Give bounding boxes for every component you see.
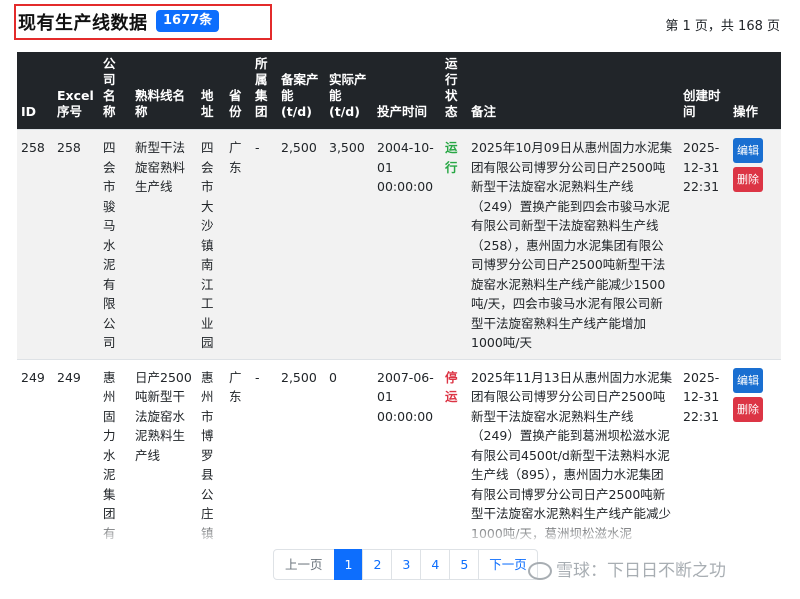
pagination: 上一页 1 2 3 4 5 下一页	[273, 549, 538, 580]
cell-address: 四会市大沙镇南江工业园	[197, 129, 225, 359]
column-header-created[interactable]: 创建时间	[679, 52, 729, 130]
page-title: 现有生产线数据	[18, 13, 148, 34]
page-button-2[interactable]: 2	[362, 549, 393, 580]
watermark-text: 雪球：下日日不断之功	[556, 561, 726, 581]
cell-excel-no: 258	[53, 129, 99, 359]
column-header-group[interactable]: 所属集团	[251, 52, 277, 130]
column-header-remark[interactable]: 备注	[467, 52, 679, 130]
cell-company: 四会市骏马水泥有限公司	[99, 129, 131, 359]
cell-actual-capacity: 3,500	[325, 129, 373, 359]
watermark: 雪球：下日日不断之功	[528, 556, 726, 581]
cell-line-name: 新型干法旋窑熟料生产线	[131, 129, 197, 359]
cell-province: 广东	[225, 129, 251, 359]
column-header-id[interactable]: ID	[17, 52, 53, 130]
cell-created: 2025-12-31 22:31	[679, 129, 729, 359]
column-header-start-time[interactable]: 投产时间	[373, 52, 441, 130]
column-header-filed-capacity[interactable]: 备案产能(t/d)	[277, 52, 325, 130]
page-button-5[interactable]: 5	[449, 549, 480, 580]
edit-button[interactable]: 编辑	[733, 138, 763, 163]
edit-button[interactable]: 编辑	[733, 367, 763, 393]
column-header-actions: 操作	[729, 52, 781, 130]
cell-start-time: 2004-10-01 00:00:00	[373, 129, 441, 359]
column-header-status[interactable]: 运行状态	[441, 52, 467, 130]
count-badge: 1677条	[156, 10, 220, 32]
table-header-row: ID Excel序号 公司名称 熟料线名称 地址 省份 所属集团 备案产能(t/…	[17, 52, 781, 130]
cell-group: -	[251, 129, 277, 359]
column-header-line-name[interactable]: 熟料线名称	[131, 52, 197, 130]
cell-remark: 2025年10月09日从惠州固力水泥集团有限公司博罗分公司日产2500吨新型干法…	[467, 129, 679, 359]
delete-button[interactable]: 删除	[733, 396, 763, 422]
production-line-table: ID Excel序号 公司名称 熟料线名称 地址 省份 所属集团 备案产能(t/…	[17, 52, 781, 549]
cell-actions: 编辑 删除	[729, 129, 781, 359]
column-header-address[interactable]: 地址	[197, 52, 225, 130]
column-header-province[interactable]: 省份	[225, 52, 251, 130]
page-button-4[interactable]: 4	[420, 549, 451, 580]
page-button-1[interactable]: 1	[333, 549, 364, 580]
cell-id: 258	[17, 129, 53, 359]
page-button-3[interactable]: 3	[391, 549, 422, 580]
status-badge: 运行	[441, 129, 467, 359]
snowball-logo-icon	[528, 562, 552, 580]
column-header-company[interactable]: 公司名称	[99, 52, 131, 130]
table-row: 258 258 四会市骏马水泥有限公司 新型干法旋窑熟料生产线 四会市大沙镇南江…	[17, 129, 781, 359]
column-header-actual-capacity[interactable]: 实际产能(t/d)	[325, 52, 373, 130]
column-header-excel-no[interactable]: Excel序号	[53, 52, 99, 130]
cell-filed-capacity: 2,500	[277, 129, 325, 359]
page-info: 第 1 页，共 168 页	[665, 19, 780, 34]
prev-page-button[interactable]: 上一页	[273, 549, 335, 580]
page-header: 现有生产线数据 1677条 第 1 页，共 168 页	[0, 0, 800, 48]
delete-button[interactable]: 删除	[733, 167, 763, 192]
